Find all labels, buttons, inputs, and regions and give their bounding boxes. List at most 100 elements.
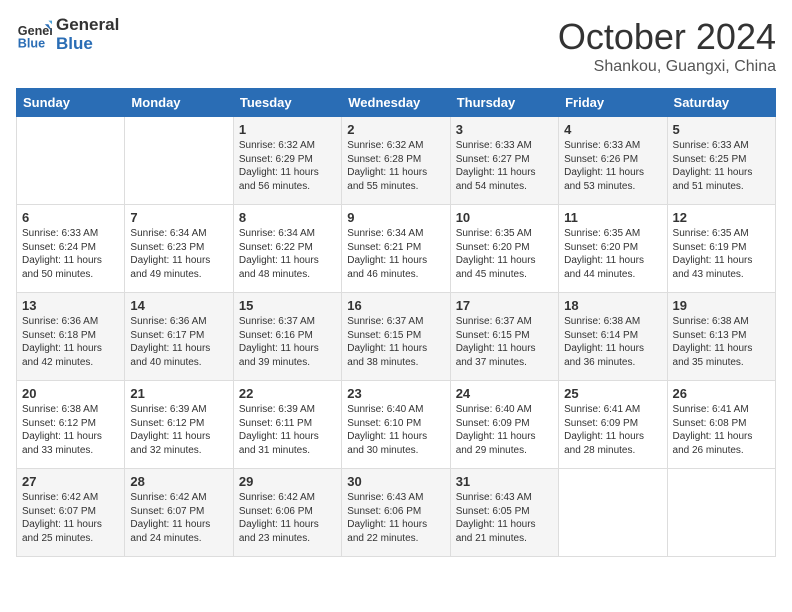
cell-info: Sunrise: 6:41 AMSunset: 6:09 PMDaylight:… [564, 404, 644, 456]
day-header-friday: Friday [559, 89, 667, 117]
cell-info: Sunrise: 6:34 AMSunset: 6:23 PMDaylight:… [130, 228, 210, 280]
week-row-1: 1 Sunrise: 6:32 AMSunset: 6:29 PMDayligh… [17, 117, 776, 205]
logo-icon: General Blue [16, 17, 52, 53]
calendar-cell: 27 Sunrise: 6:42 AMSunset: 6:07 PMDaylig… [17, 469, 125, 557]
calendar-cell: 1 Sunrise: 6:32 AMSunset: 6:29 PMDayligh… [233, 117, 341, 205]
calendar-cell: 18 Sunrise: 6:38 AMSunset: 6:14 PMDaylig… [559, 293, 667, 381]
day-number: 4 [564, 122, 661, 137]
calendar-body: 1 Sunrise: 6:32 AMSunset: 6:29 PMDayligh… [17, 117, 776, 557]
logo-blue: Blue [56, 35, 119, 54]
calendar-cell [17, 117, 125, 205]
logo-general: General [56, 16, 119, 35]
day-number: 21 [130, 386, 227, 401]
day-number: 11 [564, 210, 661, 225]
day-number: 22 [239, 386, 336, 401]
calendar-cell: 29 Sunrise: 6:42 AMSunset: 6:06 PMDaylig… [233, 469, 341, 557]
cell-info: Sunrise: 6:37 AMSunset: 6:16 PMDaylight:… [239, 316, 319, 368]
calendar-cell: 13 Sunrise: 6:36 AMSunset: 6:18 PMDaylig… [17, 293, 125, 381]
day-number: 12 [673, 210, 770, 225]
day-number: 1 [239, 122, 336, 137]
calendar-cell: 14 Sunrise: 6:36 AMSunset: 6:17 PMDaylig… [125, 293, 233, 381]
cell-info: Sunrise: 6:43 AMSunset: 6:06 PMDaylight:… [347, 492, 427, 544]
calendar-cell: 22 Sunrise: 6:39 AMSunset: 6:11 PMDaylig… [233, 381, 341, 469]
cell-info: Sunrise: 6:42 AMSunset: 6:06 PMDaylight:… [239, 492, 319, 544]
cell-info: Sunrise: 6:40 AMSunset: 6:10 PMDaylight:… [347, 404, 427, 456]
day-number: 15 [239, 298, 336, 313]
calendar-cell: 16 Sunrise: 6:37 AMSunset: 6:15 PMDaylig… [342, 293, 450, 381]
calendar-cell: 15 Sunrise: 6:37 AMSunset: 6:16 PMDaylig… [233, 293, 341, 381]
cell-info: Sunrise: 6:32 AMSunset: 6:28 PMDaylight:… [347, 140, 427, 192]
day-number: 16 [347, 298, 444, 313]
cell-info: Sunrise: 6:34 AMSunset: 6:22 PMDaylight:… [239, 228, 319, 280]
calendar-header-row: SundayMondayTuesdayWednesdayThursdayFrid… [17, 89, 776, 117]
calendar-cell: 3 Sunrise: 6:33 AMSunset: 6:27 PMDayligh… [450, 117, 558, 205]
calendar-cell: 30 Sunrise: 6:43 AMSunset: 6:06 PMDaylig… [342, 469, 450, 557]
cell-info: Sunrise: 6:39 AMSunset: 6:12 PMDaylight:… [130, 404, 210, 456]
day-number: 3 [456, 122, 553, 137]
cell-info: Sunrise: 6:37 AMSunset: 6:15 PMDaylight:… [456, 316, 536, 368]
cell-info: Sunrise: 6:33 AMSunset: 6:24 PMDaylight:… [22, 228, 102, 280]
cell-info: Sunrise: 6:33 AMSunset: 6:25 PMDaylight:… [673, 140, 753, 192]
day-header-wednesday: Wednesday [342, 89, 450, 117]
day-number: 23 [347, 386, 444, 401]
day-number: 30 [347, 474, 444, 489]
day-header-tuesday: Tuesday [233, 89, 341, 117]
cell-info: Sunrise: 6:38 AMSunset: 6:14 PMDaylight:… [564, 316, 644, 368]
day-number: 27 [22, 474, 119, 489]
calendar-cell: 25 Sunrise: 6:41 AMSunset: 6:09 PMDaylig… [559, 381, 667, 469]
calendar-cell [559, 469, 667, 557]
week-row-5: 27 Sunrise: 6:42 AMSunset: 6:07 PMDaylig… [17, 469, 776, 557]
calendar-cell: 4 Sunrise: 6:33 AMSunset: 6:26 PMDayligh… [559, 117, 667, 205]
calendar-cell: 5 Sunrise: 6:33 AMSunset: 6:25 PMDayligh… [667, 117, 775, 205]
cell-info: Sunrise: 6:34 AMSunset: 6:21 PMDaylight:… [347, 228, 427, 280]
day-number: 14 [130, 298, 227, 313]
day-number: 24 [456, 386, 553, 401]
title-block: October 2024 Shankou, Guangxi, China [558, 16, 776, 76]
calendar-cell: 23 Sunrise: 6:40 AMSunset: 6:10 PMDaylig… [342, 381, 450, 469]
cell-info: Sunrise: 6:39 AMSunset: 6:11 PMDaylight:… [239, 404, 319, 456]
calendar-cell: 19 Sunrise: 6:38 AMSunset: 6:13 PMDaylig… [667, 293, 775, 381]
week-row-3: 13 Sunrise: 6:36 AMSunset: 6:18 PMDaylig… [17, 293, 776, 381]
day-number: 20 [22, 386, 119, 401]
week-row-2: 6 Sunrise: 6:33 AMSunset: 6:24 PMDayligh… [17, 205, 776, 293]
month-title: October 2024 [558, 16, 776, 58]
page-header: General Blue General Blue October 2024 S… [16, 16, 776, 76]
calendar-cell: 11 Sunrise: 6:35 AMSunset: 6:20 PMDaylig… [559, 205, 667, 293]
cell-info: Sunrise: 6:42 AMSunset: 6:07 PMDaylight:… [22, 492, 102, 544]
calendar-cell: 21 Sunrise: 6:39 AMSunset: 6:12 PMDaylig… [125, 381, 233, 469]
day-number: 9 [347, 210, 444, 225]
day-header-thursday: Thursday [450, 89, 558, 117]
day-header-sunday: Sunday [17, 89, 125, 117]
day-number: 10 [456, 210, 553, 225]
day-header-saturday: Saturday [667, 89, 775, 117]
calendar-cell: 12 Sunrise: 6:35 AMSunset: 6:19 PMDaylig… [667, 205, 775, 293]
calendar-cell [125, 117, 233, 205]
cell-info: Sunrise: 6:33 AMSunset: 6:26 PMDaylight:… [564, 140, 644, 192]
cell-info: Sunrise: 6:35 AMSunset: 6:20 PMDaylight:… [564, 228, 644, 280]
cell-info: Sunrise: 6:43 AMSunset: 6:05 PMDaylight:… [456, 492, 536, 544]
location-subtitle: Shankou, Guangxi, China [558, 58, 776, 76]
calendar-cell: 7 Sunrise: 6:34 AMSunset: 6:23 PMDayligh… [125, 205, 233, 293]
day-header-monday: Monday [125, 89, 233, 117]
cell-info: Sunrise: 6:41 AMSunset: 6:08 PMDaylight:… [673, 404, 753, 456]
calendar-cell: 28 Sunrise: 6:42 AMSunset: 6:07 PMDaylig… [125, 469, 233, 557]
day-number: 28 [130, 474, 227, 489]
calendar-cell: 31 Sunrise: 6:43 AMSunset: 6:05 PMDaylig… [450, 469, 558, 557]
cell-info: Sunrise: 6:38 AMSunset: 6:13 PMDaylight:… [673, 316, 753, 368]
day-number: 26 [673, 386, 770, 401]
cell-info: Sunrise: 6:37 AMSunset: 6:15 PMDaylight:… [347, 316, 427, 368]
calendar-cell: 24 Sunrise: 6:40 AMSunset: 6:09 PMDaylig… [450, 381, 558, 469]
calendar-cell: 10 Sunrise: 6:35 AMSunset: 6:20 PMDaylig… [450, 205, 558, 293]
day-number: 5 [673, 122, 770, 137]
cell-info: Sunrise: 6:40 AMSunset: 6:09 PMDaylight:… [456, 404, 536, 456]
cell-info: Sunrise: 6:36 AMSunset: 6:17 PMDaylight:… [130, 316, 210, 368]
calendar-cell: 26 Sunrise: 6:41 AMSunset: 6:08 PMDaylig… [667, 381, 775, 469]
cell-info: Sunrise: 6:33 AMSunset: 6:27 PMDaylight:… [456, 140, 536, 192]
day-number: 8 [239, 210, 336, 225]
day-number: 31 [456, 474, 553, 489]
cell-info: Sunrise: 6:36 AMSunset: 6:18 PMDaylight:… [22, 316, 102, 368]
day-number: 7 [130, 210, 227, 225]
svg-text:Blue: Blue [18, 36, 45, 50]
calendar-cell [667, 469, 775, 557]
calendar-cell: 2 Sunrise: 6:32 AMSunset: 6:28 PMDayligh… [342, 117, 450, 205]
